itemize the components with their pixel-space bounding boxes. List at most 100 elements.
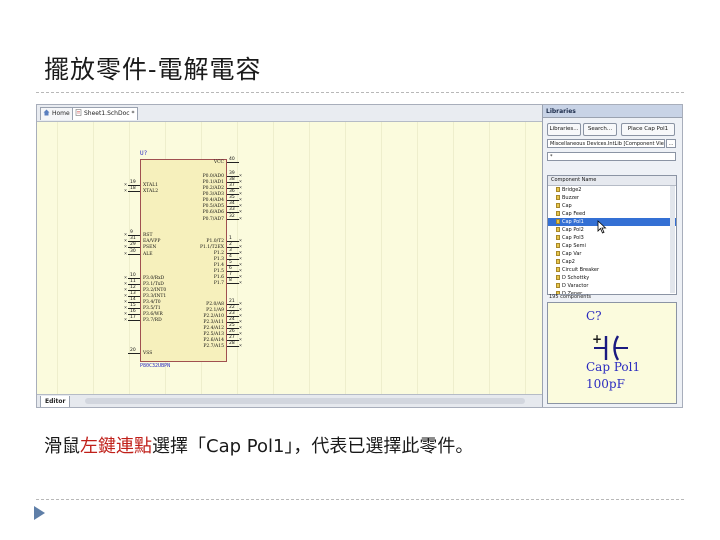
pin-label: VCC <box>213 159 224 165</box>
no-connect-icon: × <box>239 300 243 307</box>
pin-number: 29 <box>130 242 136 247</box>
pin-label: P0.5/AD5 <box>202 203 224 209</box>
pin-label: P0.3/AD3 <box>202 191 224 197</box>
component-count: 195 components <box>549 294 592 300</box>
pin-label: P3.4/T0 <box>143 299 161 305</box>
library-book-icon <box>556 259 560 264</box>
grid-line <box>57 122 58 394</box>
pin-number: 14 <box>130 297 136 302</box>
library-book-icon <box>556 283 560 288</box>
tab-home[interactable]: Home <box>40 107 74 120</box>
no-connect-icon: × <box>239 279 243 286</box>
pin-label: PSEN <box>143 244 157 250</box>
pin-line <box>128 247 140 248</box>
pin-number: 39 <box>229 171 235 176</box>
pin-label: P2.2/A10 <box>203 313 224 319</box>
pin-label: P1.0/T2 <box>206 238 224 244</box>
component-list-item[interactable]: D Schottky <box>548 274 676 282</box>
no-connect-icon: × <box>124 250 128 257</box>
component-list-item[interactable]: D Varactor <box>548 282 676 290</box>
pin-number: 15 <box>130 303 136 308</box>
library-book-icon <box>556 203 560 208</box>
pin-number: 10 <box>130 273 136 278</box>
component-list-item[interactable]: Cap <box>548 202 676 210</box>
search-button[interactable]: Search... <box>583 123 617 136</box>
library-book-icon <box>556 227 560 232</box>
pin-number: 5 <box>229 260 232 265</box>
pin-number: 34 <box>229 201 235 206</box>
component-list-item[interactable]: Cap Pol2 <box>548 226 676 234</box>
library-menu-button[interactable]: … <box>666 139 676 148</box>
schematic-sheet[interactable]: U? P80C32UBPN 19 XTAL1 × 18 XTAL2 × 9 RST × 31 EA/… <box>37 122 542 394</box>
no-connect-icon: × <box>239 306 243 313</box>
pin-label: P3.0/RxD <box>143 275 165 281</box>
libraries-panel: Libraries Libraries... Search... Place C… <box>542 105 682 407</box>
grid-line <box>453 122 454 394</box>
top-divider <box>36 92 684 93</box>
no-connect-icon: × <box>239 249 243 256</box>
no-connect-icon: × <box>239 330 243 337</box>
horizontal-scrollbar[interactable] <box>85 398 525 404</box>
slide-title: 擺放零件-電解電容 <box>44 55 262 84</box>
libraries-button[interactable]: Libraries... <box>547 123 581 136</box>
place-component-button[interactable]: Place Cap Pol1 <box>621 123 675 136</box>
grid-line <box>381 122 382 394</box>
pin-label: P3.2/INT0 <box>143 287 167 293</box>
library-select[interactable]: Miscellaneous Devices.IntLib [Component … <box>547 139 665 148</box>
no-connect-icon: × <box>239 202 243 209</box>
pin-number: 3 <box>229 248 232 253</box>
no-connect-icon: × <box>239 342 243 349</box>
no-connect-icon: × <box>124 237 128 244</box>
component-list-item[interactable]: Bridge2 <box>548 186 676 194</box>
component-preview: C? + Cap Pol1 100pF <box>547 302 677 404</box>
no-connect-icon: × <box>239 267 243 274</box>
pin-label: P1.1/T2EX <box>199 244 224 250</box>
pin-number: 4 <box>229 254 232 259</box>
component-list-item[interactable]: Circuit Breaker <box>548 266 676 274</box>
no-connect-icon: × <box>239 312 243 319</box>
tab-editor[interactable]: Editor <box>40 396 71 407</box>
no-connect-icon: × <box>124 286 128 293</box>
pin-label: P0.6/AD6 <box>202 209 224 215</box>
component-list-item[interactable]: Cap Pol1 <box>548 218 676 226</box>
pin-label: ALE <box>143 251 153 257</box>
pin-number: 28 <box>229 341 235 346</box>
component-list-item[interactable]: Buzzer <box>548 194 676 202</box>
no-connect-icon: × <box>124 310 128 317</box>
pin-label: EA/VPP <box>143 238 161 244</box>
library-book-icon <box>556 219 560 224</box>
component-list-item[interactable]: Cap Pol3 <box>548 234 676 242</box>
no-connect-icon: × <box>124 298 128 305</box>
pin-line <box>227 283 239 284</box>
tab-sheet1[interactable]: Sheet1.SchDoc * <box>72 107 139 120</box>
component-list-item[interactable]: Cap Var <box>548 250 676 258</box>
grid-line <box>525 122 526 394</box>
pin-number: 13 <box>130 291 136 296</box>
pin-label: P2.0/A8 <box>206 301 224 307</box>
component-list-scrollbar[interactable] <box>670 186 675 293</box>
grid-line <box>345 122 346 394</box>
no-connect-icon: × <box>239 184 243 191</box>
pin-number: 27 <box>229 335 235 340</box>
component-list: Component Name Bridge2 Buzzer Cap Cap Feed C… <box>547 175 677 295</box>
pin-label: P0.4/AD4 <box>202 197 224 203</box>
pin-label: P1.4 <box>213 262 224 268</box>
pin-number: 32 <box>229 214 235 219</box>
pin-label: XTAL1 <box>143 182 159 188</box>
pin-label: P2.4/A12 <box>203 325 224 331</box>
component-list-item[interactable]: Cap Feed <box>548 210 676 218</box>
home-icon <box>43 109 50 116</box>
grid-line <box>93 122 94 394</box>
component-list-item[interactable]: Cap2 <box>548 258 676 266</box>
filter-input[interactable]: * <box>547 152 676 161</box>
pin-label: P3.5/T1 <box>143 305 161 311</box>
pin-label: P0.2/AD2 <box>202 185 224 191</box>
no-connect-icon: × <box>239 208 243 215</box>
component-list-item[interactable]: Cap Semi <box>548 242 676 250</box>
pin-line <box>227 346 239 347</box>
library-book-icon <box>556 251 560 256</box>
libraries-panel-title: Libraries <box>543 105 682 118</box>
component-designator: U? <box>140 150 148 157</box>
mouse-cursor-icon <box>597 220 607 234</box>
pin-number: 25 <box>229 323 235 328</box>
